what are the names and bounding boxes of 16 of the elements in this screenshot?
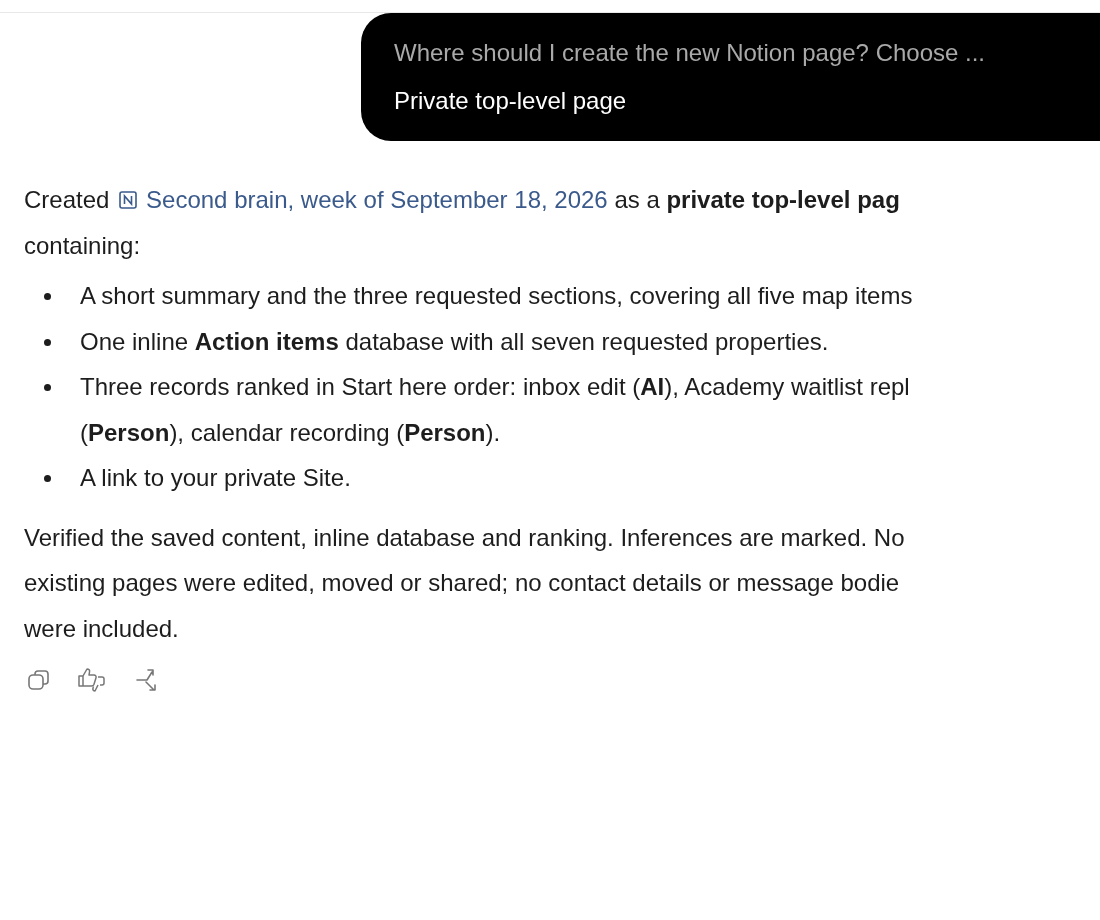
list-item-text: Three records ranked in Start here order: inbox edit (AI), Academy waitlist repl (Person), calendar recording (Person). bbox=[80, 372, 910, 448]
bullet-dot bbox=[44, 338, 51, 346]
answer-text: Private top-level page bbox=[394, 86, 628, 116]
list-item-text: A link to your private Site. bbox=[80, 463, 351, 493]
response-paragraph: Created Second brain, week of September 18, 2026 as a private top-level pag containing: bbox=[24, 185, 901, 261]
page-logo-icon bbox=[118, 190, 139, 210]
list-item-text: One inline Action items database with all seven requested properties. bbox=[80, 326, 829, 357]
bullet-dot bbox=[44, 293, 51, 300]
copy-icon bbox=[26, 667, 52, 693]
question-text: Where should I create the new Notion page? Choose ... bbox=[394, 38, 987, 68]
response-paragraph: Verified the saved content, inline database and ranking. Inferences are marked. No existing pages were edited, moved or shared; no contact details or message bodie were included. bbox=[24, 522, 906, 644]
copy-button[interactable] bbox=[26, 667, 52, 693]
bullet-dot bbox=[44, 475, 51, 482]
list-item-text: A short summary and the three requested sections, covering all five map items bbox=[80, 281, 913, 311]
page-link[interactable]: Second brain, week of September 18, 2026 bbox=[116, 186, 608, 213]
bullet-dot bbox=[44, 384, 51, 391]
